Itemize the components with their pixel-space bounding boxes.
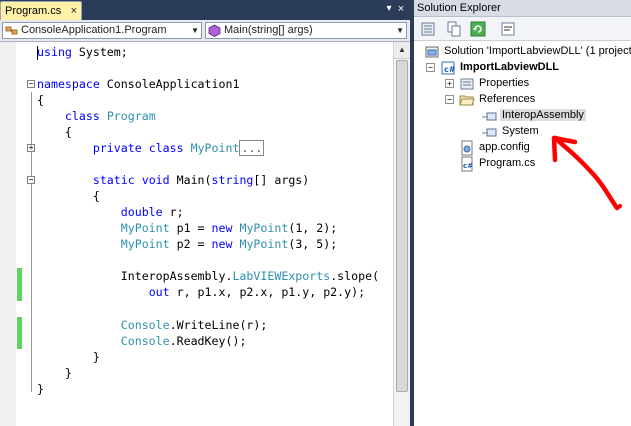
types-dropdown-value: ConsoleApplication1.Program <box>21 24 167 36</box>
outline-collapse-icon[interactable]: − <box>27 80 35 88</box>
code-line: MyPoint p2 = new MyPoint(3, 5); <box>120 237 338 251</box>
code-line: using System; <box>37 45 128 59</box>
tree-item-interop-assembly[interactable]: InteropAssembly <box>482 108 629 124</box>
code-line: Console.WriteLine(r); <box>120 318 268 332</box>
code-line: { <box>64 125 72 139</box>
members-dropdown-value: Main(string[] args) <box>224 24 313 36</box>
chevron-down-icon: ▼ <box>191 26 199 35</box>
change-marker <box>17 268 22 301</box>
types-dropdown[interactable]: ConsoleApplication1.Program ▼ <box>2 22 202 39</box>
tree-item-project[interactable]: − c# ImportLabviewDLL <box>426 60 629 76</box>
solution-explorer-toolbar <box>414 17 631 41</box>
csharp-project-icon: c# <box>441 61 456 75</box>
tree-item-app-config[interactable]: app.config <box>459 140 629 156</box>
code-line: Console.ReadKey(); <box>120 334 247 348</box>
code-line: } <box>92 350 100 364</box>
refresh-icon[interactable] <box>470 21 486 37</box>
expand-icon[interactable]: + <box>445 79 454 88</box>
tab-label: Program.cs <box>5 5 62 17</box>
svg-text:c#: c# <box>444 65 456 74</box>
tab-program-cs[interactable]: Program.cs × <box>0 1 82 20</box>
view-code-icon[interactable] <box>500 21 516 37</box>
code-text-area[interactable]: − + − using System; namespace ConsoleApp… <box>0 42 393 426</box>
close-document-icon[interactable]: × <box>396 3 406 15</box>
indicator-margin <box>0 42 16 426</box>
code-line: } <box>64 366 72 380</box>
document-tab-strip: Program.cs × ▾ × <box>0 0 410 20</box>
solution-explorer-header: Solution Explorer <box>414 0 631 17</box>
open-folder-icon <box>459 95 475 106</box>
tree-item-solution[interactable]: Solution 'ImportLabviewDLL' (1 project) <box>424 44 631 60</box>
scrollbar-thumb[interactable] <box>396 60 408 392</box>
outline-guide <box>31 92 32 392</box>
code-line: private class MyPoint... <box>92 140 265 156</box>
code-line: double r; <box>120 205 184 219</box>
method-icon <box>208 24 221 37</box>
config-file-icon <box>461 140 473 156</box>
svg-text:c#: c# <box>463 162 473 170</box>
solution-explorer-panel: Solution Explorer Solution 'ImportLabvie… <box>414 0 631 426</box>
code-line: } <box>37 382 44 396</box>
code-line: class Program <box>64 109 156 123</box>
code-line: MyPoint p1 = new MyPoint(1, 2); <box>120 221 338 235</box>
code-line: { <box>92 189 100 203</box>
class-icon <box>5 26 18 35</box>
members-dropdown[interactable]: Main(string[] args) ▼ <box>205 22 407 39</box>
show-all-files-icon[interactable] <box>446 21 462 37</box>
outline-collapse-icon[interactable]: − <box>27 176 35 184</box>
code-line: InteropAssembly.LabVIEWExports.slope( <box>120 269 380 283</box>
reference-icon <box>482 112 497 121</box>
properties-icon[interactable] <box>420 21 436 37</box>
tree-item-system[interactable]: System <box>482 124 629 140</box>
navigation-bar: ConsoleApplication1.Program ▼ Main(strin… <box>0 20 410 42</box>
vertical-scrollbar[interactable]: ▲ <box>393 42 410 426</box>
csharp-file-icon: c# <box>461 156 473 172</box>
collapse-icon[interactable]: − <box>445 95 454 104</box>
tree-item-program-cs[interactable]: c# Program.cs <box>459 156 629 172</box>
collapse-icon[interactable]: − <box>426 63 435 72</box>
reference-icon <box>482 128 497 137</box>
code-line: namespace ConsoleApplication1 <box>37 77 240 91</box>
change-marker <box>17 317 22 349</box>
outline-expand-icon[interactable]: + <box>27 144 35 152</box>
code-line: { <box>37 93 44 107</box>
code-line: out r, p1.x, p2.x, p1.y, p2.y); <box>148 285 366 299</box>
active-files-dropdown-icon[interactable]: ▾ <box>384 3 394 15</box>
tab-close-icon[interactable]: × <box>71 5 77 17</box>
solution-tree: Solution 'ImportLabviewDLL' (1 project) … <box>414 41 631 426</box>
panel-title: Solution Explorer <box>417 2 501 14</box>
tree-item-properties[interactable]: + Properties <box>445 76 629 92</box>
code-line: static void Main(string[] args) <box>92 173 310 187</box>
properties-folder-icon <box>460 78 474 90</box>
scroll-up-icon[interactable]: ▲ <box>394 42 410 59</box>
code-editor-pane: Program.cs × ▾ × ConsoleApplication1.Pro… <box>0 0 410 426</box>
collapsed-region[interactable]: ... <box>239 140 265 156</box>
tree-item-references[interactable]: − References <box>445 92 629 108</box>
solution-icon <box>425 46 439 58</box>
chevron-down-icon: ▼ <box>396 26 404 35</box>
